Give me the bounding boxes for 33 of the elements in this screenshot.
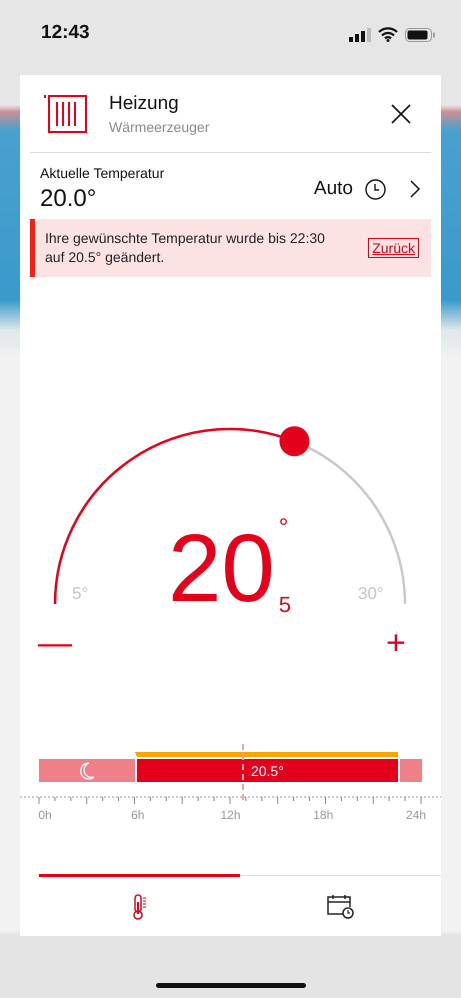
setpoint-value: 20 (168, 514, 275, 624)
notice-text: Ihre gewünschte Temperatur wurde bis 22:30 auf 20.5° geändert. (45, 229, 326, 267)
dial-thumb[interactable] (279, 426, 310, 456)
period-temperature: 20.5° (250, 762, 284, 778)
calendar-clock-icon (327, 894, 354, 919)
hour-label: 18h (312, 808, 334, 822)
close-button[interactable] (391, 104, 411, 124)
minimum-label: 5° (72, 584, 88, 604)
current-time-marker (242, 744, 244, 800)
battery-icon (405, 28, 435, 42)
hour-label: 0h (37, 808, 53, 822)
current-temperature-label: Aktuelle Temperatur (40, 165, 166, 181)
status-time: 12:43 (41, 22, 90, 44)
chevron-right-button[interactable] (410, 180, 421, 198)
degree-sign: ° (278, 514, 290, 542)
setpoint-decimal: 5 (278, 592, 292, 618)
maximum-label: 30° (358, 584, 384, 604)
mode-label: Auto (314, 178, 353, 200)
hour-label: 24h (404, 808, 428, 822)
signal-icon (349, 28, 371, 42)
decrease-button[interactable]: — (38, 626, 72, 660)
wifi-icon (378, 27, 398, 42)
increase-button[interactable]: + (386, 626, 406, 660)
moon-icon (78, 762, 95, 780)
hour-label: 12h (219, 808, 242, 822)
radiator-icon (44, 94, 87, 134)
device-subtitle: Wärmeerzeuger (109, 118, 210, 134)
hour-label: 6h (130, 808, 146, 822)
thermometer-icon (132, 894, 146, 920)
device-title: Heizung (109, 92, 180, 114)
current-temperature-value: 20.0° (40, 185, 98, 213)
undo-link[interactable]: Zurück (368, 238, 419, 258)
clock-icon (365, 178, 386, 200)
